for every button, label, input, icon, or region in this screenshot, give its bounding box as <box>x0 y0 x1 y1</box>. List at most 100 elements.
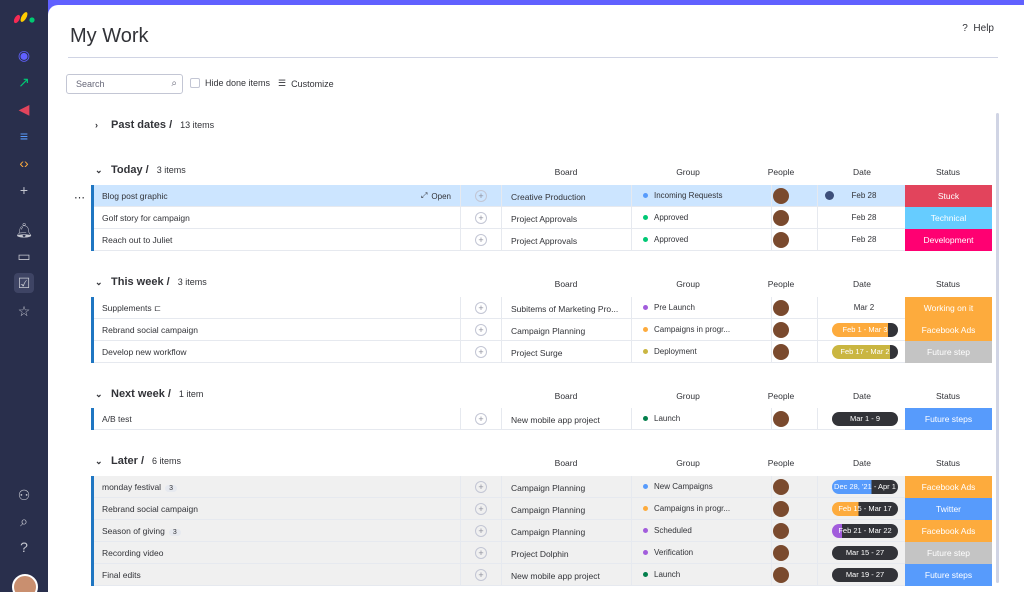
help-button[interactable]: ? Help <box>962 23 994 34</box>
timeline-range[interactable]: Feb 17 - Mar 2 <box>832 345 898 359</box>
timeline-range[interactable]: Dec 28, '21 - Apr 1 <box>832 480 898 494</box>
column-header-board[interactable]: Board <box>536 279 596 289</box>
person-avatar[interactable] <box>773 501 789 517</box>
person-avatar[interactable] <box>773 545 789 561</box>
column-header-date[interactable]: Date <box>832 167 892 177</box>
subitem-count-badge[interactable]: 3 <box>165 485 177 492</box>
code-icon[interactable]: ‹› <box>14 153 34 173</box>
add-update-icon[interactable]: + <box>475 503 487 515</box>
invite-user-icon[interactable]: ⚇ <box>14 485 34 505</box>
board-name[interactable]: Creative Production <box>511 192 586 202</box>
bell-icon[interactable]: 🔔︎ <box>14 220 34 240</box>
person-avatar[interactable] <box>773 523 789 539</box>
status-label[interactable]: Future step <box>905 542 992 564</box>
column-header-status[interactable]: Status <box>918 279 978 289</box>
column-header-board[interactable]: Board <box>536 391 596 401</box>
table-row[interactable]: monday festival 3 + Campaign Planning New… <box>91 476 992 498</box>
group-cell[interactable]: Verification <box>643 548 693 557</box>
group-cell[interactable]: Deployment <box>643 347 697 356</box>
group-header-next-week[interactable]: ⌄ Next week / 1 item <box>95 388 203 400</box>
status-label[interactable]: Stuck <box>905 185 992 207</box>
board-name[interactable]: Campaign Planning <box>511 483 585 493</box>
date-cell[interactable]: Feb 28 <box>831 191 897 200</box>
search-icon[interactable]: ⌕ <box>14 511 34 531</box>
board-name[interactable]: Project Approvals <box>511 236 577 246</box>
group-header-today[interactable]: ⌄ Today / 3 items <box>95 164 186 176</box>
column-header-status[interactable]: Status <box>918 458 978 468</box>
row-menu-icon[interactable]: ⋯ <box>74 191 85 204</box>
group-cell[interactable]: Launch <box>643 570 680 579</box>
board-name[interactable]: Subitems of Marketing Pro... <box>511 304 618 314</box>
table-row[interactable]: Recording video + Project Dolphin Verifi… <box>91 542 992 564</box>
add-update-icon[interactable]: + <box>475 346 487 358</box>
status-label[interactable]: Technical <box>905 207 992 229</box>
column-header-people[interactable]: People <box>751 458 811 468</box>
table-row[interactable]: Supplements ⊏ + Subitems of Marketing Pr… <box>91 297 992 319</box>
column-header-group[interactable]: Group <box>658 167 718 177</box>
group-cell[interactable]: New Campaigns <box>643 482 713 491</box>
group-cell[interactable]: Scheduled <box>643 526 692 535</box>
item-name[interactable]: Final edits <box>102 570 141 580</box>
item-name[interactable]: Recording video <box>102 548 163 558</box>
board-name[interactable]: Project Dolphin <box>511 549 569 559</box>
scrollbar[interactable] <box>996 113 999 583</box>
item-name[interactable]: Blog post graphic <box>102 191 168 201</box>
item-name[interactable]: Develop new workflow <box>102 347 187 357</box>
person-avatar[interactable] <box>773 210 789 226</box>
status-label[interactable]: Working on it <box>905 297 992 319</box>
group-cell[interactable]: Launch <box>643 414 680 423</box>
activity-icon[interactable]: ↗ <box>14 72 34 92</box>
person-avatar[interactable] <box>773 567 789 583</box>
favorites-star-icon[interactable]: ☆ <box>14 301 34 321</box>
person-avatar[interactable] <box>773 411 789 427</box>
column-header-date[interactable]: Date <box>832 391 892 401</box>
status-label[interactable]: Future steps <box>905 408 992 430</box>
open-item-button[interactable]: ⤢ Open <box>421 191 451 201</box>
add-update-icon[interactable]: + <box>475 190 487 202</box>
group-cell[interactable]: Incoming Requests <box>643 191 722 200</box>
column-header-date[interactable]: Date <box>832 279 892 289</box>
table-row[interactable]: Season of giving 3 + Campaign Planning Sc… <box>91 520 992 542</box>
column-header-board[interactable]: Board <box>536 167 596 177</box>
inbox-icon[interactable]: ▭ <box>14 246 34 266</box>
status-label[interactable]: Future steps <box>905 564 992 586</box>
group-cell[interactable]: Approved <box>643 235 688 244</box>
column-header-people[interactable]: People <box>751 391 811 401</box>
column-header-group[interactable]: Group <box>658 391 718 401</box>
timeline-range[interactable]: Feb 15 - Mar 17 <box>832 502 898 516</box>
item-name[interactable]: A/B test <box>102 414 132 424</box>
table-row[interactable]: Reach out to Juliet + Project Approvals … <box>91 229 992 251</box>
status-label[interactable]: Future step <box>905 341 992 363</box>
date-cell[interactable]: Mar 2 <box>831 303 897 312</box>
item-name[interactable]: monday festival 3 <box>102 482 177 492</box>
column-header-date[interactable]: Date <box>832 458 892 468</box>
hide-done-toggle[interactable]: Hide done items <box>190 78 270 88</box>
timeline-range[interactable]: Feb 21 - Mar 22 <box>832 524 898 538</box>
board-name[interactable]: New mobile app project <box>511 571 600 581</box>
add-update-icon[interactable]: + <box>475 302 487 314</box>
timeline-range[interactable]: Mar 19 - 27 <box>832 568 898 582</box>
person-avatar[interactable] <box>773 232 789 248</box>
person-avatar[interactable] <box>773 188 789 204</box>
board-name[interactable]: Project Surge <box>511 348 563 358</box>
person-avatar[interactable] <box>773 479 789 495</box>
group-header-this-week[interactable]: ⌄ This week / 3 items <box>95 276 207 288</box>
board-name[interactable]: New mobile app project <box>511 415 600 425</box>
add-update-icon[interactable]: + <box>475 324 487 336</box>
column-header-group[interactable]: Group <box>658 279 718 289</box>
timeline-range[interactable]: Feb 1 - Mar 3 <box>832 323 898 337</box>
status-label[interactable]: Facebook Ads <box>905 520 992 542</box>
column-header-status[interactable]: Status <box>918 167 978 177</box>
table-row[interactable]: Golf story for campaign + Project Approv… <box>91 207 992 229</box>
add-update-icon[interactable]: + <box>475 212 487 224</box>
table-row[interactable]: Final edits + New mobile app project Lau… <box>91 564 992 586</box>
board-name[interactable]: Campaign Planning <box>511 326 585 336</box>
group-cell[interactable]: Campaigns in progr... <box>643 325 730 334</box>
search-input[interactable]: Search ⌕ <box>66 74 183 94</box>
monday-logo-icon[interactable] <box>13 8 37 24</box>
my-work-icon[interactable]: ☑ <box>14 273 34 293</box>
group-cell[interactable]: Approved <box>643 213 688 222</box>
board-name[interactable]: Campaign Planning <box>511 505 585 515</box>
customize-button[interactable]: ☰ Customize <box>278 78 334 89</box>
help-question-icon[interactable]: ? <box>14 537 34 557</box>
